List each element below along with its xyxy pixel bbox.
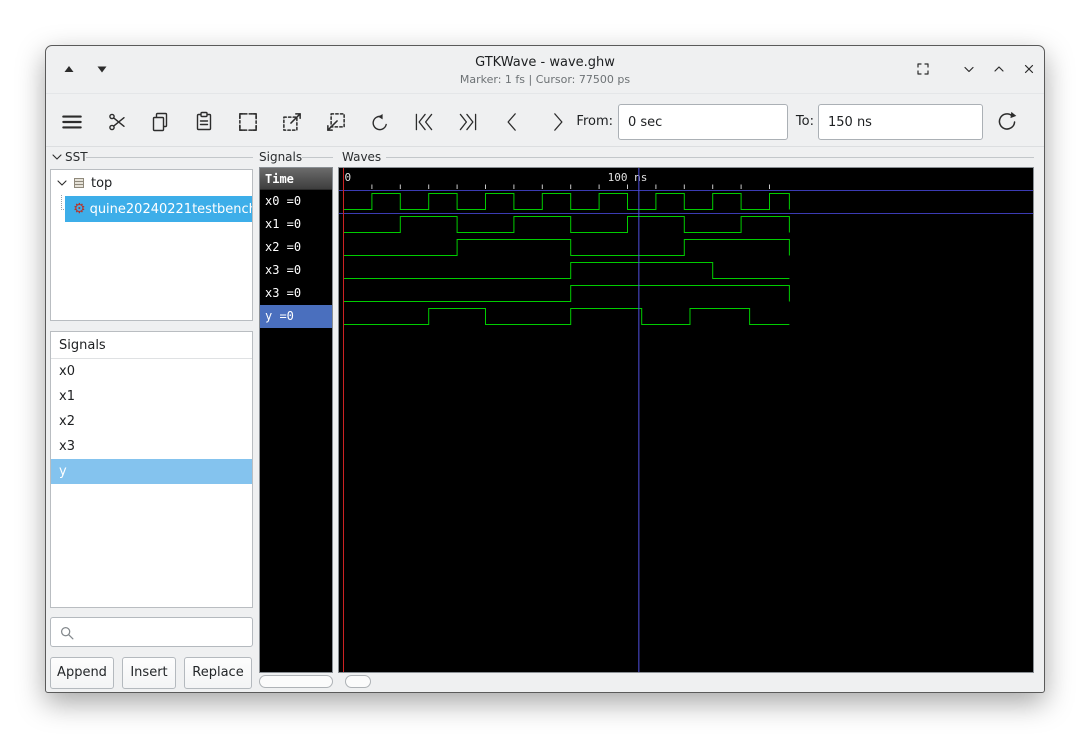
- wave-signals-pane-label: Signals: [259, 150, 302, 164]
- sst-label-text: SST: [65, 150, 88, 164]
- signal-list-item-y[interactable]: y: [51, 459, 252, 484]
- fullscreen-icon: [917, 63, 929, 75]
- svg-text:0: 0: [345, 171, 352, 184]
- signal-source-panel: Signals x0 x1 x2 x3 y: [50, 331, 253, 608]
- waves-svg: 0 100 ns: [339, 168, 1033, 672]
- expander-down-icon[interactable]: [57, 179, 67, 187]
- skip-end-icon: [459, 113, 477, 131]
- chevron-down-icon: [964, 66, 974, 73]
- module-icon: [74, 178, 84, 188]
- wave-row-y[interactable]: y =0: [260, 305, 332, 328]
- time-column-header[interactable]: Time: [260, 168, 332, 190]
- chevron-left-icon: [507, 113, 516, 131]
- sst-tree: top ⚙ quine20240221testbench: [50, 169, 253, 321]
- close-icon: [1024, 64, 1034, 74]
- to-label: To:: [795, 114, 814, 129]
- reload-icon: [998, 111, 1017, 130]
- waves-pane-label: Waves: [342, 150, 381, 164]
- toolbar: From: To:: [46, 95, 1044, 147]
- chevron-up-icon: [994, 66, 1004, 72]
- reload-button[interactable]: [993, 108, 1021, 136]
- wave-row-x3-2[interactable]: x3 =0: [260, 282, 332, 305]
- zoom-fit-button[interactable]: [234, 108, 262, 136]
- wave-signals-label-text: Signals: [259, 150, 303, 164]
- zoom-fit-icon: [239, 113, 257, 131]
- collapse-chevron-icon[interactable]: [52, 153, 62, 161]
- zoom-in-icon: [283, 113, 301, 131]
- gtkwave-window: GTKWave - wave.ghw Marker: 1 fs | Cursor…: [45, 45, 1045, 693]
- cut-icon: [109, 113, 125, 131]
- zoom-out-button[interactable]: [322, 108, 350, 136]
- waves-scrollbar-thumb[interactable]: [345, 675, 371, 688]
- sst-pane-label: SST: [52, 150, 88, 164]
- signal-source-header: Signals: [51, 332, 252, 359]
- maximize-button[interactable]: [988, 58, 1010, 80]
- signal-search-box[interactable]: [50, 617, 253, 647]
- to-input[interactable]: [818, 104, 983, 140]
- waves-frame-rule: [386, 157, 1034, 158]
- minimize-button[interactable]: [958, 58, 980, 80]
- wave-row-x0[interactable]: x0 =0: [260, 190, 332, 213]
- wave-names-scrollbar[interactable]: [259, 675, 333, 688]
- zoom-in-button[interactable]: [278, 108, 306, 136]
- wave-row-x2[interactable]: x2 =0: [260, 236, 332, 259]
- sst-frame-rule: [86, 157, 253, 158]
- signal-list-item-x0[interactable]: x0: [51, 359, 252, 384]
- copy-icon: [152, 112, 168, 132]
- wave-row-x3[interactable]: x3 =0: [260, 259, 332, 282]
- copy-button[interactable]: [146, 108, 174, 136]
- tree-top-label: top: [91, 175, 113, 191]
- main-content: SST Signals Waves top ⚙ quine20240221tes…: [46, 148, 1044, 692]
- replace-button[interactable]: Replace: [184, 657, 252, 689]
- menu-icon: [62, 115, 82, 129]
- desktop: GTKWave - wave.ghw Marker: 1 fs | Cursor…: [0, 0, 1090, 738]
- close-button[interactable]: [1018, 58, 1040, 80]
- zoom-out-icon: [327, 113, 345, 131]
- search-icon: [60, 626, 74, 640]
- signal-list-item-x3[interactable]: x3: [51, 434, 252, 459]
- undo-icon: [372, 114, 387, 131]
- gear-icon: ⚙: [73, 201, 86, 217]
- waves-panel[interactable]: 0 100 ns: [338, 167, 1034, 673]
- window-title: GTKWave - wave.ghw: [475, 55, 615, 70]
- from-label: From:: [576, 114, 613, 129]
- cut-button[interactable]: [103, 108, 131, 136]
- menu-button[interactable]: [58, 108, 86, 136]
- jump-to-end-button[interactable]: [454, 108, 482, 136]
- tree-row-top[interactable]: top: [51, 170, 252, 196]
- waves-scrollbar[interactable]: [338, 675, 1034, 688]
- svg-text:100 ns: 100 ns: [608, 171, 648, 184]
- signal-list-item-x2[interactable]: x2: [51, 409, 252, 434]
- waves-label-text: Waves: [342, 150, 382, 164]
- wave-signals-frame-rule: [302, 157, 333, 158]
- shift-left-button[interactable]: [499, 108, 527, 136]
- from-input[interactable]: [618, 104, 788, 140]
- undo-button[interactable]: [366, 108, 394, 136]
- marker-cursor-status: Marker: 1 fs | Cursor: 77500 ps: [459, 73, 631, 86]
- paste-icon: [196, 111, 212, 131]
- paste-button[interactable]: [190, 108, 218, 136]
- append-button[interactable]: Append: [50, 657, 114, 689]
- signal-list-item-x1[interactable]: x1: [51, 384, 252, 409]
- search-input[interactable]: [79, 619, 249, 645]
- tree-testbench-label: quine20240221testbench: [89, 201, 252, 217]
- titlebar[interactable]: GTKWave - wave.ghw Marker: 1 fs | Cursor…: [46, 46, 1044, 94]
- fullscreen-button[interactable]: [912, 58, 934, 80]
- wave-names-panel: Time x0 =0 x1 =0 x2 =0 x3 =0 x3 =0 y =0: [259, 167, 333, 673]
- jump-to-start-button[interactable]: [410, 108, 438, 136]
- skip-start-icon: [415, 113, 433, 131]
- wave-row-x1[interactable]: x1 =0: [260, 213, 332, 236]
- insert-button[interactable]: Insert: [122, 657, 176, 689]
- tree-row-testbench[interactable]: ⚙ quine20240221testbench: [65, 196, 252, 222]
